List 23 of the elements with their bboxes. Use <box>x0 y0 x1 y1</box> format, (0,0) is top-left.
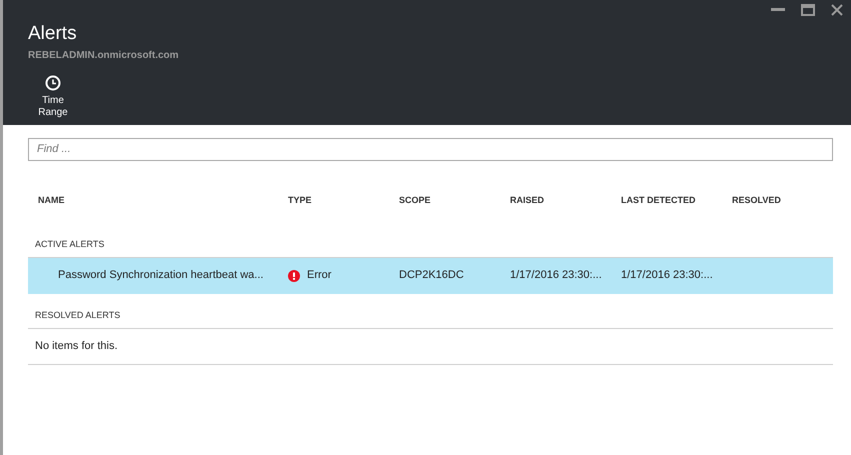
search-field[interactable]: Find ... <box>28 138 833 160</box>
column-header[interactable]: NAME <box>28 194 288 208</box>
alert-row[interactable]: Password Synchronization heartbeat wa... Error DCP2K16DC 1/17/2016 23:30:... 1/17/2016 23:30:... <box>28 258 833 294</box>
column-header[interactable]: RESOLVED <box>732 194 833 208</box>
time-range-button[interactable]: Time Range <box>28 75 78 119</box>
section-heading: RESOLVED ALERTS <box>28 308 833 328</box>
column-header[interactable]: SCOPE <box>399 194 510 208</box>
table-cell-text: Password Synchronization heartbeat wa... <box>57 268 264 284</box>
maximize-icon[interactable] <box>801 4 815 16</box>
table-cell-text: DCP2K16DC <box>399 268 465 284</box>
table-cell-text: 1/17/2016 23:30:... <box>510 268 603 284</box>
close-icon[interactable] <box>831 4 843 16</box>
table-cell-text: 1/17/2016 23:30:... <box>621 268 714 284</box>
minimize-icon[interactable] <box>771 8 785 12</box>
window-title: Alerts <box>28 22 78 46</box>
column-header[interactable]: LAST DETECTED <box>621 194 732 208</box>
clock-icon <box>45 75 61 91</box>
column-header[interactable]: RAISED <box>510 194 621 208</box>
table-cell-text: Error <box>307 268 332 284</box>
column-header[interactable]: TYPE <box>288 194 399 208</box>
window-subtitle: REBELADMIN.onmicrosoft.com <box>28 49 180 63</box>
empty-message: No items for this. <box>28 328 833 364</box>
error-icon <box>288 270 300 282</box>
